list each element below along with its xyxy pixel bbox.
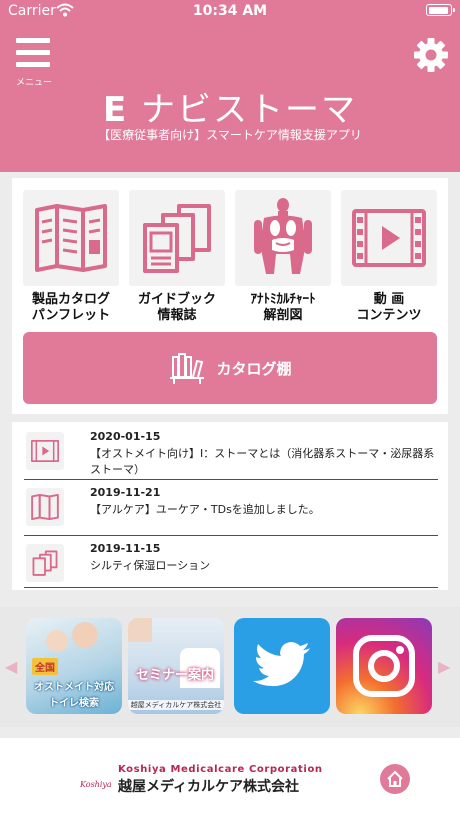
banner-tag: 全国 — [32, 658, 58, 675]
news-date: 2020-01-15 — [90, 430, 161, 443]
tile-label-line1: ガイドブック — [137, 292, 216, 307]
news-item[interactable]: 2019-11-15 シルティ保湿ローション — [24, 536, 438, 588]
instagram-icon — [353, 635, 415, 697]
guidebook-icon — [143, 204, 211, 273]
news-item[interactable]: 2019-11-21 【アルケア】ユーケア・TDsを追加しました。 — [24, 480, 438, 536]
tile-label: ガイドブック 情報誌 — [129, 292, 225, 324]
hamburger-bar — [16, 62, 50, 67]
settings-button[interactable] — [412, 36, 450, 74]
news-icon-box — [26, 432, 64, 470]
tile-product-catalog[interactable]: 製品カタログ パンフレット — [23, 190, 119, 324]
twitter-link[interactable] — [234, 618, 330, 714]
banner-seminar-title: セミナー案内 — [136, 668, 215, 683]
bookshelf-icon — [170, 353, 205, 384]
person-illustration — [128, 618, 152, 642]
menu-button[interactable]: メニュー — [14, 36, 54, 88]
hamburger-icon — [16, 38, 50, 43]
twitter-icon — [253, 642, 310, 687]
catalog-shelf-button[interactable]: カタログ棚 — [23, 332, 437, 404]
anatomy-icon — [254, 198, 312, 274]
app-subtitle: 【医療従事者向け】スマートケア情報支援アプリ — [98, 128, 362, 142]
news-list: 2020-01-15 【オストメイト向け】Ⅰ：ストーマとは（消化器系ストーマ・泌… — [12, 422, 448, 590]
news-icon-box — [26, 544, 64, 582]
tile-label-line1: 動 画 — [373, 292, 405, 307]
catalog-shelf-label: カタログ棚 — [216, 359, 292, 378]
tile-label-line1: ｱﾅﾄﾐｶﾙﾁｬｰﾄ — [250, 292, 316, 307]
catalog-pamphlet-icon — [35, 204, 107, 272]
banner-toilet-search[interactable]: 全国 オストメイト対応 トイレ検索 — [26, 618, 122, 714]
news-item[interactable]: 2020-01-15 【オストメイト向け】Ⅰ：ストーマとは（消化器系ストーマ・泌… — [24, 424, 438, 480]
banner-company: 越屋メディカルケア株式会社 — [128, 700, 224, 710]
tile-label: 動 画 コンテンツ — [341, 292, 437, 324]
status-bar: Carrier 10:34 AM — [0, 0, 460, 22]
news-date: 2019-11-15 — [90, 542, 161, 555]
tile-video-contents[interactable]: 動 画 コンテンツ — [341, 190, 437, 324]
tile-label-line2: パンフレット — [31, 308, 111, 323]
tile-anatomical-chart[interactable]: ｱﾅﾄﾐｶﾙﾁｬｰﾄ 解剖図 — [235, 190, 331, 324]
hamburger-bar — [16, 50, 50, 55]
tile-label-line2: コンテンツ — [356, 308, 422, 323]
tile-icon-box — [341, 190, 437, 286]
tile-label: ｱﾅﾄﾐｶﾙﾁｬｰﾄ 解剖図 — [235, 292, 331, 324]
video-icon — [31, 440, 59, 462]
tile-icon-box — [23, 190, 119, 286]
person-illustration — [72, 622, 98, 648]
tile-label-line2: 解剖図 — [263, 308, 303, 323]
tile-label: 製品カタログ パンフレット — [23, 292, 119, 324]
app-title: E ナビストーマ — [0, 82, 460, 131]
news-title: 【オストメイト向け】Ⅰ：ストーマとは（消化器系ストーマ・泌尿器系ストーマ） — [90, 447, 435, 476]
banner-line2: トイレ検索 — [49, 698, 99, 709]
home-icon — [387, 770, 403, 787]
content-menu-panel: 製品カタログ パンフレット ガイドブック 情報誌 ｱﾅﾄﾐｶﾙﾁｬｰﾄ 解剖図 … — [12, 178, 448, 414]
home-button[interactable] — [380, 764, 410, 794]
company-logo: Koshiya — [80, 780, 112, 789]
video-icon — [352, 209, 426, 267]
company-name-jp: 越屋メディカルケア株式会社 — [118, 779, 300, 795]
carousel-next-arrow-icon[interactable]: ▶ — [438, 657, 450, 676]
tile-label-line2: 情報誌 — [157, 308, 197, 323]
news-title: シルティ保湿ローション — [90, 559, 211, 572]
app-header: メニュー E ナビストーマ 【医療従事者向け】スマートケア情報支援アプリ — [0, 22, 460, 172]
tile-icon-box — [235, 190, 331, 286]
carousel-prev-arrow-icon[interactable]: ◀ — [5, 657, 17, 676]
catalog-pamphlet-icon — [31, 494, 59, 520]
news-date: 2019-11-21 — [90, 486, 161, 499]
tile-label-line1: 製品カタログ — [31, 292, 110, 307]
battery-icon — [426, 4, 455, 16]
company-name-en: Koshiya Medicalcare Corporation — [118, 764, 323, 775]
news-title: 【アルケア】ユーケア・TDsを追加しました。 — [90, 503, 320, 516]
gear-icon — [414, 38, 448, 72]
banner-line1: オストメイト対応 — [34, 682, 114, 693]
tile-icon-box — [129, 190, 225, 286]
footer: Koshiya Koshiya Medicalcare Corporation … — [0, 738, 460, 818]
news-icon-box — [26, 488, 64, 526]
banner-seminar[interactable]: セミナー案内 越屋メディカルケア株式会社 — [128, 618, 224, 714]
person-illustration — [46, 630, 68, 652]
app-title-text: ナビストーマ — [141, 90, 358, 130]
banner-carousel: ◀ 全国 オストメイト対応 トイレ検索 セミナー案内 越屋メディカルケア株式会社… — [0, 607, 460, 727]
clock: 10:34 AM — [192, 3, 268, 19]
instagram-link[interactable] — [336, 618, 432, 714]
tile-guidebook[interactable]: ガイドブック 情報誌 — [129, 190, 225, 324]
guidebook-icon — [32, 550, 58, 576]
app-title-e: E — [102, 90, 129, 130]
